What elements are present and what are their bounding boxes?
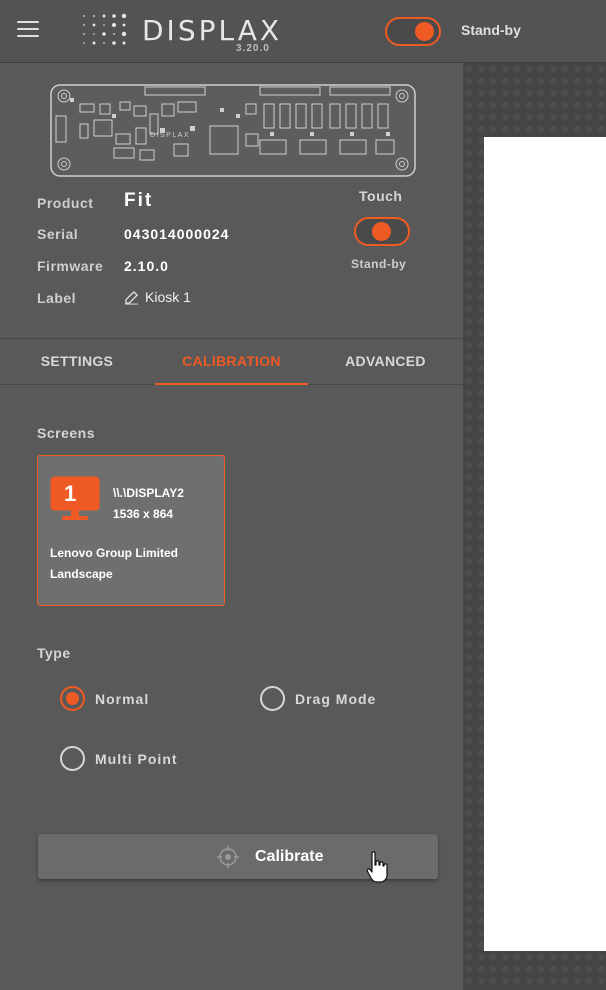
touch-standby-toggle[interactable]: [354, 217, 410, 246]
menu-icon[interactable]: [17, 21, 39, 41]
preview-panel: [484, 137, 606, 951]
radio-circle: [60, 686, 85, 711]
radio-normal[interactable]: Normal: [60, 686, 149, 711]
board-logo-text: DISPLAX: [150, 132, 190, 139]
radio-normal-label: Normal: [95, 690, 150, 707]
tab-settings[interactable]: SETTINGS: [0, 339, 154, 385]
screen-number: 1: [64, 481, 77, 506]
displax-logo-icon: [82, 13, 127, 45]
radio-drag-mode[interactable]: Drag Mode: [260, 686, 376, 711]
crosshair-target-icon: [217, 846, 239, 868]
top-bar: DISPLAX 3.20.0 Stand-by: [0, 0, 606, 63]
radio-multi-point[interactable]: Multi Point: [60, 746, 178, 771]
screen-resolution: 1536 x 864: [113, 507, 174, 521]
screen-manufacturer: Lenovo Group Limited: [50, 546, 178, 560]
screen-name: \\.\DISPLAY2: [113, 486, 184, 500]
firmware-label: Firmware: [37, 258, 104, 274]
touch-controller-board-image: DISPLAX: [50, 84, 416, 177]
screens-title: Screens: [37, 425, 95, 441]
hand-cursor-icon: [366, 851, 388, 883]
tab-calibration[interactable]: CALIBRATION: [155, 339, 308, 385]
touch-standby-label: Stand-by: [351, 257, 407, 271]
toggle-knob: [415, 22, 434, 41]
screen-orientation: Landscape: [50, 567, 113, 581]
standby-label: Stand-by: [461, 22, 521, 38]
calibrate-label: Calibrate: [255, 848, 324, 865]
device-label-edit[interactable]: Kiosk 1: [124, 289, 191, 305]
screen-card[interactable]: 1 \\.\DISPLAY2 1536 x 864 Lenovo Group L…: [37, 455, 225, 606]
device-label-value: Kiosk 1: [145, 289, 191, 305]
app-version: 3.20.0: [236, 43, 270, 54]
serial-label: Serial: [37, 226, 79, 242]
radio-multi-point-label: Multi Point: [95, 750, 178, 767]
radio-drag-mode-label: Drag Mode: [295, 690, 377, 707]
tab-advanced[interactable]: ADVANCED: [308, 339, 463, 385]
standby-toggle[interactable]: [385, 17, 441, 46]
toggle-knob: [372, 222, 391, 241]
edit-icon: [124, 290, 139, 305]
product-value: Fit: [124, 190, 154, 211]
firmware-value: 2.10.0: [124, 258, 169, 274]
product-label: Product: [37, 195, 94, 211]
radio-circle: [60, 746, 85, 771]
label-label: Label: [37, 290, 77, 306]
touch-title: Touch: [359, 188, 403, 204]
radio-circle: [260, 686, 285, 711]
type-title: Type: [37, 645, 71, 661]
tab-bar: SETTINGS CALIBRATION ADVANCED: [0, 339, 463, 385]
serial-value: 043014000024: [124, 226, 230, 242]
